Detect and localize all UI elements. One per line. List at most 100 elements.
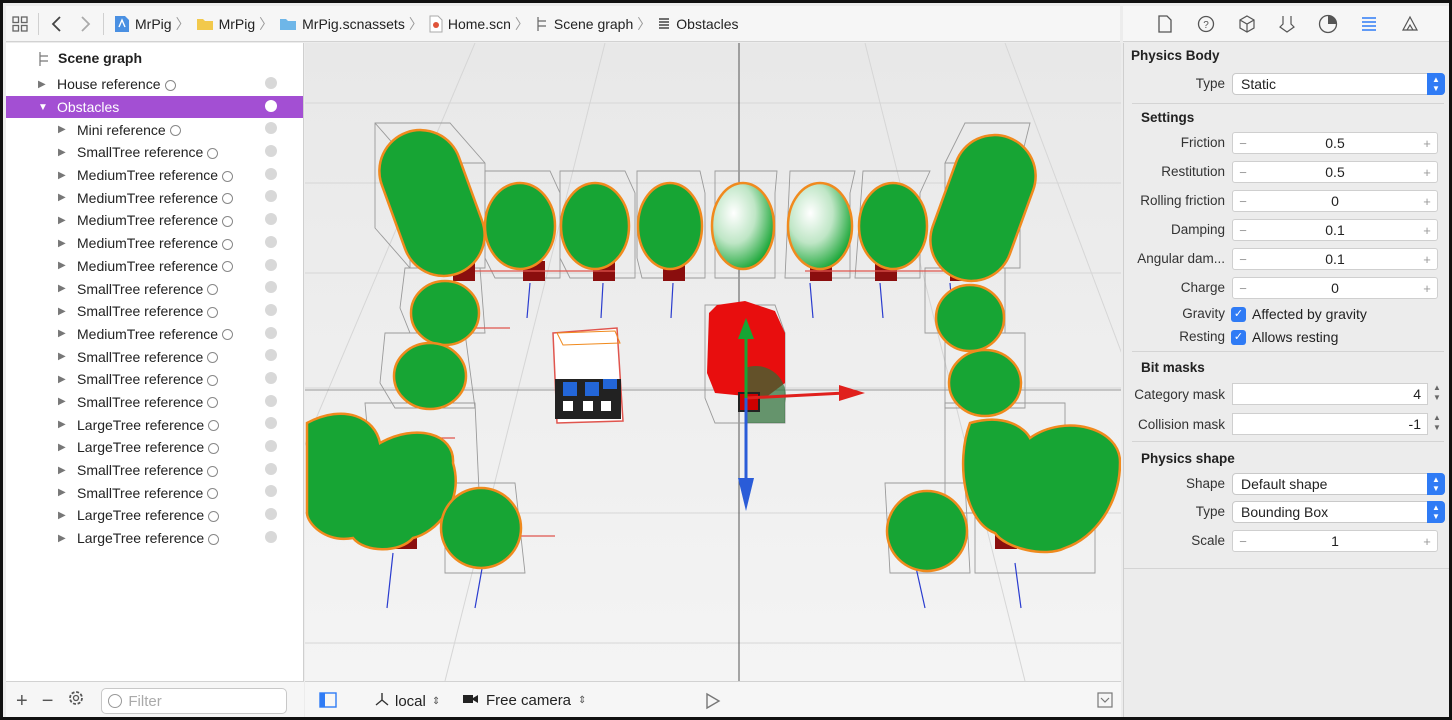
decrement-icon[interactable]: −	[1233, 534, 1253, 549]
inspector-toggle-icon[interactable]	[1097, 692, 1113, 712]
forward-arrow-icon[interactable]	[71, 10, 99, 38]
related-items-icon[interactable]	[6, 10, 34, 38]
scene-graph-item[interactable]: ▶ SmallTree reference	[6, 481, 303, 504]
decrement-icon[interactable]: −	[1233, 165, 1253, 180]
field-stepper[interactable]: −0.1 +	[1232, 248, 1438, 270]
medium-tree-selected[interactable]	[786, 181, 854, 271]
scene-graph-item[interactable]: ▶ SmallTree reference	[6, 391, 303, 414]
add-icon[interactable]: +	[16, 690, 28, 713]
field-value[interactable]: 0	[1253, 193, 1417, 209]
disclosure-closed-icon[interactable]: ▶	[58, 533, 68, 544]
breadcrumb-group[interactable]: MrPig 〉	[190, 14, 273, 34]
scene-graph-item[interactable]: ▼ Obstacles	[6, 95, 303, 119]
collision-mask-stepper[interactable]: ▲ ▼	[1431, 413, 1443, 435]
back-arrow-icon[interactable]	[43, 10, 71, 38]
small-tree[interactable]	[934, 283, 1006, 353]
decrement-icon[interactable]: −	[1233, 194, 1253, 209]
scene-graph-item[interactable]: ▶ MediumTree reference	[6, 255, 303, 278]
increment-icon[interactable]: +	[1417, 252, 1437, 267]
scene-graph-item[interactable]: ▶ LargeTree reference	[6, 413, 303, 436]
disclosure-closed-icon[interactable]: ▶	[58, 510, 68, 521]
increment-icon[interactable]: +	[1417, 223, 1437, 238]
scene-graph-item[interactable]: ▶ LargeTree reference	[6, 436, 303, 459]
disclosure-closed-icon[interactable]: ▶	[58, 170, 68, 181]
collision-mask-field[interactable]: -1	[1232, 413, 1428, 435]
filter-field[interactable]: Filter	[101, 688, 288, 714]
scene-inspector-icon[interactable]	[1399, 13, 1421, 35]
disclosure-closed-icon[interactable]: ▶	[38, 79, 48, 90]
gear-icon[interactable]	[67, 689, 85, 713]
decrement-icon[interactable]: −	[1233, 136, 1253, 151]
scale-value[interactable]: 1	[1253, 533, 1417, 549]
scene-render[interactable]	[305, 43, 1121, 681]
field-stepper[interactable]: −0.5 +	[1232, 132, 1438, 154]
scene-graph-item[interactable]: ▶ SmallTree reference	[6, 300, 303, 323]
increment-icon[interactable]: +	[1417, 534, 1437, 549]
field-stepper[interactable]: −0.1 +	[1232, 219, 1438, 241]
breadcrumb-project[interactable]: MrPig 〉	[108, 14, 190, 34]
scene-graph-item[interactable]: ▶ House reference	[6, 73, 303, 96]
small-tree[interactable]	[439, 486, 523, 570]
scene-graph-item[interactable]: ▶ LargeTree reference	[6, 527, 303, 550]
disclosure-closed-icon[interactable]: ▶	[58, 147, 68, 158]
increment-icon[interactable]: +	[1417, 136, 1437, 151]
scene-graph-item[interactable]: ▶ MediumTree reference	[6, 323, 303, 346]
scene-graph-item[interactable]: ▶ SmallTree reference	[6, 141, 303, 164]
disclosure-closed-icon[interactable]: ▶	[58, 374, 68, 385]
scene-graph-item[interactable]: ▶ SmallTree reference	[6, 345, 303, 368]
disclosure-closed-icon[interactable]: ▶	[58, 124, 68, 135]
gravity-checkbox[interactable]: ✓	[1231, 307, 1246, 322]
scene-graph-item[interactable]: ▶ SmallTree reference	[6, 368, 303, 391]
disclosure-closed-icon[interactable]: ▶	[58, 283, 68, 294]
disclosure-closed-icon[interactable]: ▶	[58, 215, 68, 226]
attributes-inspector-icon[interactable]	[1276, 13, 1298, 35]
scene-graph-item[interactable]: ▶ MediumTree reference	[6, 186, 303, 209]
remove-icon[interactable]: −	[42, 690, 54, 713]
increment-icon[interactable]: +	[1417, 165, 1437, 180]
physics-inspector-icon[interactable]	[1358, 13, 1380, 35]
quick-help-icon[interactable]: ?	[1195, 13, 1217, 35]
coordinate-space-popup[interactable]: local ⇕	[375, 692, 440, 710]
disclosure-closed-icon[interactable]: ▶	[58, 238, 68, 249]
decrement-icon[interactable]: −	[1233, 281, 1253, 296]
scene-graph-item[interactable]: ▶ Mini reference	[6, 118, 303, 141]
disclosure-open-icon[interactable]: ▼	[38, 102, 48, 113]
scene-graph-item[interactable]: ▶ MediumTree reference	[6, 232, 303, 255]
medium-tree-selected[interactable]	[710, 181, 776, 271]
sidebar-toggle-icon[interactable]	[319, 692, 337, 712]
disclosure-closed-icon[interactable]: ▶	[58, 192, 68, 203]
scene-viewport[interactable]	[305, 43, 1121, 681]
category-mask-field[interactable]: 4	[1232, 383, 1428, 405]
medium-tree[interactable]	[483, 181, 557, 271]
resting-checkbox[interactable]: ✓	[1231, 330, 1246, 345]
shape-type-popup[interactable]: Bounding Box ▲ ▼	[1232, 501, 1445, 523]
breadcrumb-scene-graph[interactable]: Scene graph 〉	[529, 14, 651, 34]
medium-tree[interactable]	[559, 181, 631, 271]
field-stepper[interactable]: −0.5 +	[1232, 161, 1438, 183]
camera-popup[interactable]: Free camera ⇕	[463, 692, 586, 709]
file-inspector-icon[interactable]	[1154, 13, 1176, 35]
increment-icon[interactable]: +	[1417, 281, 1437, 296]
small-tree[interactable]	[885, 489, 969, 573]
medium-tree[interactable]	[636, 181, 704, 271]
play-icon[interactable]	[705, 692, 721, 714]
disclosure-closed-icon[interactable]: ▶	[58, 419, 68, 430]
scene-graph-item[interactable]: ▶ LargeTree reference	[6, 504, 303, 527]
disclosure-closed-icon[interactable]: ▶	[58, 328, 68, 339]
scene-graph-item[interactable]: ▶ MediumTree reference	[6, 209, 303, 232]
small-tree[interactable]	[947, 348, 1023, 418]
decrement-icon[interactable]: −	[1233, 252, 1253, 267]
breadcrumb-assets[interactable]: MrPig.scnassets 〉	[273, 14, 423, 34]
disclosure-closed-icon[interactable]: ▶	[58, 396, 68, 407]
field-value[interactable]: 0.1	[1253, 251, 1417, 267]
scene-graph-item[interactable]: ▶ MediumTree reference	[6, 164, 303, 187]
small-tree[interactable]	[392, 341, 468, 411]
disclosure-closed-icon[interactable]: ▶	[58, 487, 68, 498]
decrement-icon[interactable]: −	[1233, 223, 1253, 238]
disclosure-closed-icon[interactable]: ▶	[58, 351, 68, 362]
material-inspector-icon[interactable]	[1317, 13, 1339, 35]
scene-graph-item[interactable]: ▶ SmallTree reference	[6, 459, 303, 482]
field-value[interactable]: 0.5	[1253, 135, 1417, 151]
disclosure-closed-icon[interactable]: ▶	[58, 306, 68, 317]
disclosure-closed-icon[interactable]: ▶	[58, 260, 68, 271]
